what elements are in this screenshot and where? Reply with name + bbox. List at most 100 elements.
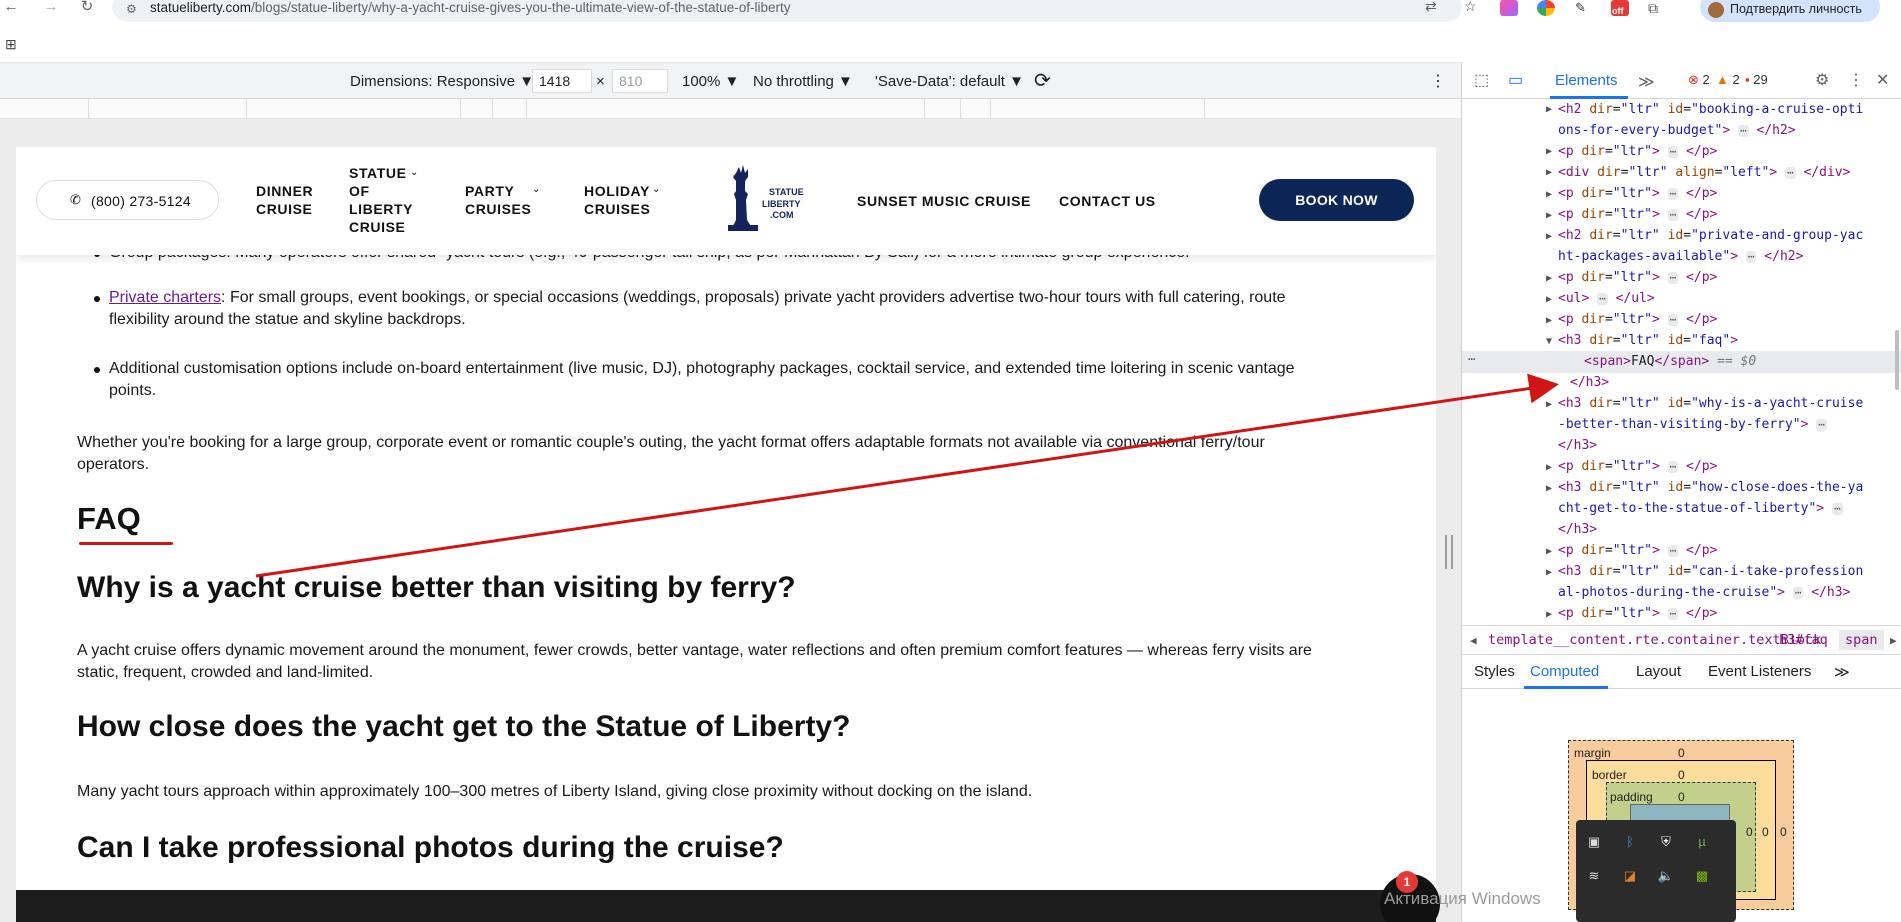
expand-triangle-icon[interactable]: ▶ xyxy=(1546,167,1552,178)
chevron-down-icon[interactable]: ⌄ xyxy=(652,184,660,195)
dom-node-h2[interactable]: <h2 dir="ltr" id="private-and-group-yac xyxy=(1558,225,1863,246)
nvidia-icon[interactable]: ▩ xyxy=(1692,866,1712,886)
chevron-down-icon[interactable]: ⌄ xyxy=(532,184,540,195)
extensions-puzzle-icon[interactable]: ⧉ xyxy=(1648,0,1666,16)
bluetooth-icon[interactable]: ᛒ xyxy=(1620,832,1640,852)
width-input[interactable]: 1418 xyxy=(532,69,592,93)
meet-now-icon[interactable]: ▣ xyxy=(1584,832,1604,852)
dimensions-select[interactable]: Dimensions: Responsive ▼ xyxy=(350,73,534,90)
media-query-bar[interactable] xyxy=(0,99,1461,119)
volume-icon[interactable]: 🔈 xyxy=(1656,866,1676,886)
reload-icon[interactable]: ↻ xyxy=(76,0,98,16)
more-subtabs-icon[interactable]: ≫ xyxy=(1834,663,1850,681)
chevron-down-icon[interactable]: ⌄ xyxy=(410,167,418,178)
breadcrumb-item-selected[interactable]: span xyxy=(1839,630,1884,650)
media-tick[interactable] xyxy=(526,99,527,119)
security-shield-icon[interactable]: ⛨ xyxy=(1656,832,1676,852)
book-now-button[interactable]: BOOK NOW xyxy=(1259,179,1414,221)
apps-grid-icon[interactable]: ⊞ xyxy=(5,36,17,53)
address-bar[interactable]: ⚙ statueliberty.com/blogs/statue-liberty… xyxy=(112,0,1477,22)
scrollbar-thumb[interactable] xyxy=(1895,330,1899,390)
extension-icon[interactable] xyxy=(1500,0,1518,16)
dom-node-p[interactable]: <p dir="ltr"> ⋯ </p> xyxy=(1558,603,1717,624)
dom-node-h3-close[interactable]: </h3> xyxy=(1558,435,1597,456)
wifi-icon[interactable]: ≋ xyxy=(1584,866,1604,886)
dom-node-h3[interactable]: <h3 dir="ltr" id="why-is-a-yacht-cruise xyxy=(1558,393,1863,414)
chrome-extension-icon[interactable] xyxy=(1537,0,1555,16)
expand-triangle-icon[interactable]: ▶ xyxy=(1546,273,1552,284)
media-tick[interactable] xyxy=(492,99,493,119)
dom-tree[interactable]: ▶ <h2 dir="ltr" id="booking-a-cruise-opt… xyxy=(1462,99,1901,625)
expand-triangle-icon[interactable]: ▶ xyxy=(1546,399,1552,410)
expand-triangle-icon[interactable]: ▶ xyxy=(1546,315,1552,326)
breadcrumb-scroll-right-icon[interactable]: ▶ xyxy=(1890,634,1897,647)
dom-node-p[interactable]: <p dir="ltr"> ⋯ </p> xyxy=(1558,540,1717,561)
expand-triangle-icon[interactable]: ▶ xyxy=(1546,104,1552,115)
tab-layout[interactable]: Layout xyxy=(1636,663,1681,680)
tab-computed[interactable]: Computed xyxy=(1530,663,1599,680)
dom-node-h3-cont[interactable]: al-photos-during-the-cruise"> ⋯ </h3> xyxy=(1558,582,1850,603)
warning-count[interactable]: ▲ 2 xyxy=(1716,72,1740,87)
dom-node-p[interactable]: <p dir="ltr"> ⋯ </p> xyxy=(1558,267,1717,288)
dom-node-h3[interactable]: <h3 dir="ltr" id="how-close-does-the-ya xyxy=(1558,477,1863,498)
breadcrumb-item[interactable]: h3#faq xyxy=(1779,632,1828,648)
media-tick[interactable] xyxy=(924,99,925,119)
media-tick[interactable] xyxy=(88,99,89,119)
dom-node-h3-close[interactable]: </h3> xyxy=(1570,372,1609,393)
url-text[interactable]: statueliberty.com/blogs/statue-liberty/w… xyxy=(150,0,791,15)
margin-top-value[interactable]: 0 xyxy=(1678,746,1685,760)
close-icon[interactable]: ✕ xyxy=(1876,70,1889,90)
dom-node-h3-faq[interactable]: <h3 dir="ltr" id="faq"> xyxy=(1558,330,1738,351)
padding-right-value[interactable]: 0 xyxy=(1746,825,1753,839)
device-toolbar-icon[interactable]: ▭ xyxy=(1508,70,1523,90)
site-logo[interactable]: STATUE LIBERTY .COM xyxy=(724,163,804,237)
media-tick[interactable] xyxy=(460,99,461,119)
padding-top-value[interactable]: 0 xyxy=(1678,790,1685,804)
save-data-select[interactable]: 'Save-Data': default ▼ xyxy=(875,73,1024,90)
nav-dinner-cruise[interactable]: DINNER CRUISE xyxy=(256,182,313,218)
inspect-element-icon[interactable]: ⬚ xyxy=(1474,70,1489,90)
dom-node-p[interactable]: <p dir="ltr"> ⋯ </p> xyxy=(1558,204,1717,225)
dom-node-h3-cont[interactable]: cht-get-to-the-statue-of-liberty"> ⋯ xyxy=(1558,498,1843,519)
tab-styles[interactable]: Styles xyxy=(1474,663,1515,680)
expand-triangle-icon[interactable]: ▶ xyxy=(1546,146,1552,157)
border-right-value[interactable]: 0 xyxy=(1762,825,1769,839)
tab-elements[interactable]: Elements xyxy=(1555,72,1618,89)
tool-extension-icon[interactable]: ✎ xyxy=(1575,0,1593,16)
expand-triangle-icon[interactable]: ▶ xyxy=(1546,546,1552,557)
utorrent-icon[interactable]: µ xyxy=(1692,832,1712,852)
app-tray-icon[interactable]: ◪ xyxy=(1620,866,1640,886)
nav-party-cruises[interactable]: PARTY CRUISES xyxy=(465,182,531,218)
private-charters-link[interactable]: Private charters xyxy=(109,289,221,306)
nav-sunset-music-cruise[interactable]: SUNSET MUSIC CRUISE xyxy=(857,192,1031,210)
dom-node-h3-close[interactable]: </h3> xyxy=(1558,519,1597,540)
media-tick[interactable] xyxy=(246,99,247,119)
back-icon[interactable]: ← xyxy=(0,0,22,16)
throttling-select[interactable]: No throttling ▼ xyxy=(753,73,853,90)
dom-node-h3[interactable]: <h3 dir="ltr" id="can-i-take-profession xyxy=(1558,561,1863,582)
issues-count[interactable]: ▪ 29 xyxy=(1745,72,1768,87)
media-tick[interactable] xyxy=(990,99,991,119)
height-input[interactable]: 810 xyxy=(612,69,668,93)
expand-triangle-icon[interactable]: ▶ xyxy=(1546,567,1552,578)
dom-node-h2[interactable]: <h2 dir="ltr" id="booking-a-cruise-opti xyxy=(1558,99,1863,120)
expand-triangle-icon[interactable]: ▶ xyxy=(1546,462,1552,473)
dom-node-p[interactable]: <p dir="ltr"> ⋯ </p> xyxy=(1558,141,1717,162)
dom-node-span-selected[interactable]: <span>FAQ</span> == $0 xyxy=(1584,351,1756,372)
more-tabs-icon[interactable]: ≫ xyxy=(1638,72,1655,92)
expand-triangle-icon[interactable]: ▶ xyxy=(1546,483,1552,494)
phone-button[interactable]: ✆ (800) 273-5124 xyxy=(36,180,219,220)
breadcrumb-scroll-left-icon[interactable]: ◀ xyxy=(1470,634,1477,647)
forward-icon[interactable]: → xyxy=(40,0,62,16)
border-top-value[interactable]: 0 xyxy=(1678,768,1685,782)
margin-right-value[interactable]: 0 xyxy=(1780,825,1787,839)
error-count[interactable]: ⊗ 2 xyxy=(1688,72,1710,88)
expand-triangle-icon[interactable]: ▶ xyxy=(1546,189,1552,200)
dom-node-ul[interactable]: <ul> ⋯ </ul> xyxy=(1558,288,1655,309)
dom-node-h2-cont[interactable]: ht-packages-available"> ⋯ </h2> xyxy=(1558,246,1803,267)
tab-event-listeners[interactable]: Event Listeners xyxy=(1708,663,1811,680)
viewport-resize-handle[interactable] xyxy=(1445,535,1453,569)
dom-node-h3-cont[interactable]: -better-than-visiting-by-ferry"> ⋯ xyxy=(1558,414,1827,435)
expand-triangle-icon[interactable]: ▶ xyxy=(1546,210,1552,221)
expand-triangle-icon[interactable]: ▶ xyxy=(1546,231,1552,242)
